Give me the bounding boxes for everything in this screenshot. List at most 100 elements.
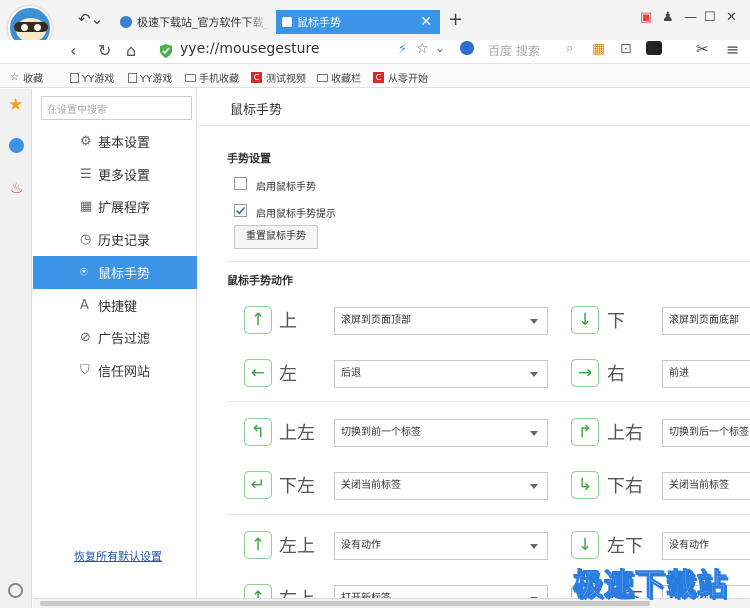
refresh-icon[interactable]: ↻ <box>98 41 111 60</box>
gesture-arrow-icon: ↱ <box>571 418 599 446</box>
gesture-action-select[interactable]: 关闭当前标签 <box>334 472 548 500</box>
gesture-action-select[interactable]: 前进 <box>662 360 750 388</box>
tab-mousegesture[interactable]: 鼠标手势 ✕ <box>276 10 440 34</box>
gesture-arrow-icon: → <box>571 359 599 387</box>
gift-icon[interactable]: ▣ <box>640 10 652 25</box>
arrow-icon: ↑ <box>250 535 266 555</box>
list-icon: ☰ <box>80 166 92 182</box>
sidebar-item-1[interactable]: ⚙ 基本设置 <box>33 125 197 158</box>
bookmark-favorites[interactable]: ☆ 收藏 <box>10 70 43 85</box>
address-toolbar <box>0 40 750 64</box>
bookmark-test-video[interactable]: C 测试视频 <box>251 70 306 85</box>
bookmark-yy-game-2[interactable]: YY游戏 <box>128 70 172 85</box>
sidebar-item-label: 基本设置 <box>98 136 151 151</box>
selected-action: 关闭当前标签 <box>341 480 401 491</box>
undo-close-tab-icon[interactable]: ↶⌄ <box>78 10 103 28</box>
watermark: 极速下载站 <box>573 568 728 604</box>
gesture-label: 左上 <box>279 536 315 557</box>
menu-icon[interactable]: ≡ <box>726 40 739 59</box>
sidebar-item-7[interactable]: ⊘ 广告过滤 <box>33 321 197 354</box>
address-input[interactable]: yye://mousegesture <box>180 41 320 57</box>
history-clock-icon[interactable] <box>9 138 24 153</box>
selected-action: 切换到后一个标签 <box>669 427 749 438</box>
selected-action: 没有动作 <box>341 540 381 551</box>
chevron-down-icon[interactable]: ⌄ <box>435 41 445 55</box>
arrow-icon: ↵ <box>250 475 266 495</box>
bookmark-favorites-bar[interactable]: 收藏栏 <box>317 70 361 85</box>
hot-flame-icon[interactable]: ♨ <box>10 179 23 197</box>
gesture-action-select[interactable]: 后退 <box>334 360 548 388</box>
enable-gesture-checkbox[interactable] <box>234 177 247 190</box>
selected-action: 滚屏到页面顶部 <box>341 315 411 326</box>
maximize-icon[interactable]: ☐ <box>704 10 716 25</box>
gesture-arrow-icon: ← <box>244 359 272 387</box>
page-icon <box>282 17 292 27</box>
folder-icon <box>185 73 196 82</box>
sidebar-item-3[interactable]: ▦ 扩展程序 <box>33 190 197 223</box>
selected-action: 关闭当前标签 <box>669 480 729 491</box>
sidebar-item-label: 信任网站 <box>98 364 151 380</box>
clock-icon: ◷ <box>80 232 92 248</box>
bookmark-mobile[interactable]: 手机收藏 <box>185 70 239 85</box>
divider <box>227 401 750 402</box>
gesture-action-select[interactable]: 没有动作 <box>662 532 750 560</box>
settings-search-input[interactable]: 在设置中搜索 <box>41 96 192 120</box>
tab-title: 鼠标手势 <box>297 16 341 29</box>
gesture-label: 上左 <box>279 423 315 444</box>
scissors-icon[interactable]: ✂ <box>696 40 709 58</box>
favorites-star-icon[interactable]: ★ <box>8 95 23 115</box>
selected-action: 切换到前一个标签 <box>341 427 421 438</box>
gesture-action-select[interactable]: 切换到后一个标签 <box>662 419 750 447</box>
gesture-action-select[interactable]: 切换到前一个标签 <box>334 419 548 447</box>
gesture-action-select[interactable]: 滚屏到页面顶部 <box>334 307 548 335</box>
bookmark-yy-game[interactable]: YY游戏 <box>70 70 114 85</box>
sidebar-item-2[interactable]: ☰ 更多设置 <box>33 158 197 191</box>
arrow-icon: ↳ <box>577 475 593 495</box>
gesture-action-select[interactable]: 滚屏到页面底部 <box>662 307 750 335</box>
arrow-icon: → <box>577 363 593 383</box>
baidu-icon[interactable] <box>460 41 474 55</box>
exit-icon[interactable] <box>8 583 23 598</box>
lightning-icon[interactable]: ⚡ <box>398 42 407 57</box>
gesture-arrow-icon: ↑ <box>244 306 272 334</box>
divider <box>227 514 750 515</box>
gesture-label: 下 <box>607 311 625 332</box>
sidebar-item-6[interactable]: A 快捷键 <box>33 289 197 322</box>
gesture-label: 上 <box>279 311 297 332</box>
apps-icon[interactable]: ▦ <box>592 41 605 57</box>
search-icon[interactable]: ⌕ <box>566 41 573 56</box>
minimize-icon[interactable]: — <box>684 10 697 25</box>
sidebar-item-4[interactable]: ◷ 历史记录 <box>33 223 197 256</box>
tab-jisuxiazai[interactable]: 极速下载站_官方软件下载_极 <box>114 10 270 34</box>
selected-action: 前进 <box>669 368 689 379</box>
back-icon[interactable]: ‹ <box>70 41 76 60</box>
gesture-action-select[interactable]: 没有动作 <box>334 532 548 560</box>
new-tab-button[interactable]: + <box>448 9 463 30</box>
gesture-label: 左下 <box>607 536 643 557</box>
selected-action: 后退 <box>341 368 361 379</box>
grid-icon: ▦ <box>80 199 93 215</box>
close-tab-icon[interactable]: ✕ <box>420 14 432 30</box>
sidebar-item-label: 扩展程序 <box>98 201 151 217</box>
restore-defaults-link[interactable]: 恢复所有默认设置 <box>74 548 162 564</box>
game-icon[interactable]: ⊡ <box>620 41 632 57</box>
gesture-arrow-icon: ↑ <box>244 531 272 559</box>
home-icon[interactable]: ⌂ <box>126 41 136 60</box>
sidebar-item-5[interactable]: ⍟ 鼠标手势 <box>33 255 197 289</box>
sidebar-item-8[interactable]: ⛉ 信任网站 <box>33 354 197 387</box>
bookmark-start-zero[interactable]: C 从零开始 <box>373 70 428 85</box>
close-window-icon[interactable]: ✕ <box>726 10 737 25</box>
shield-icon: ⛉ <box>80 362 90 378</box>
page-icon <box>70 72 79 83</box>
chevron-down-icon <box>530 431 538 436</box>
gesture-arrow-icon: ↳ <box>571 471 599 499</box>
gesture-action-select[interactable]: 关闭当前标签 <box>662 472 750 500</box>
page-title: 鼠标手势 <box>230 103 283 118</box>
search-input[interactable]: 百度 搜索 <box>488 42 540 59</box>
reset-gesture-button[interactable]: 重置鼠标手势 <box>234 225 318 249</box>
yy-icon[interactable] <box>646 41 662 55</box>
gesture-hint-checkbox[interactable] <box>234 204 247 217</box>
skin-icon[interactable]: ♟ <box>662 10 674 25</box>
star-icon[interactable]: ☆ <box>416 41 429 57</box>
scrollbar-thumb[interactable] <box>40 601 650 606</box>
